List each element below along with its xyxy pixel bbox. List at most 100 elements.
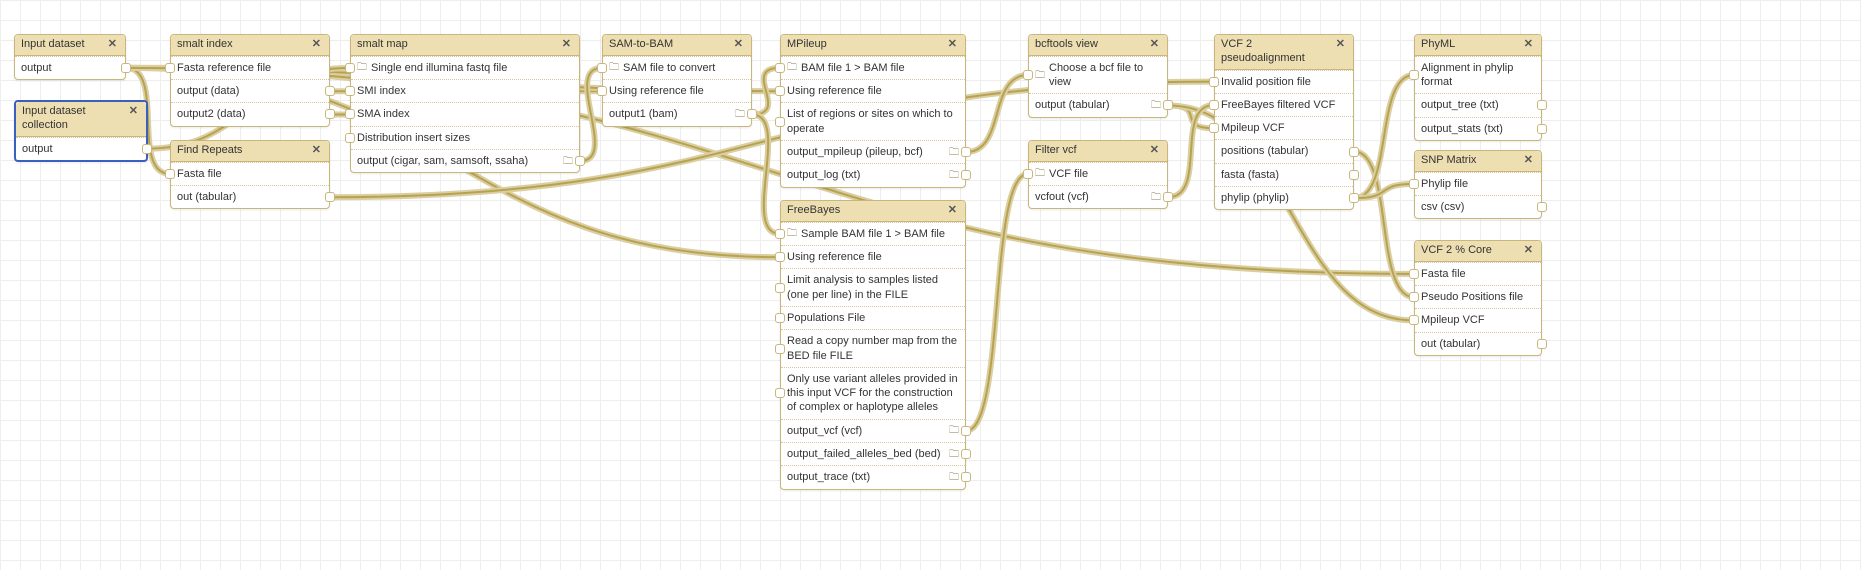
output-port[interactable] <box>961 147 971 157</box>
input-port[interactable] <box>345 63 355 73</box>
output-port[interactable] <box>961 170 971 180</box>
node-header[interactable]: Input dataset✕ <box>15 35 125 56</box>
input-port[interactable] <box>1209 100 1219 110</box>
node-phyml[interactable]: PhyML✕Alignment in phylip formatoutput_t… <box>1414 34 1542 141</box>
input-port[interactable] <box>775 283 785 293</box>
input-port[interactable] <box>775 117 785 127</box>
node-sam-to-bam[interactable]: SAM-to-BAM✕🗀SAM file to convertUsing ref… <box>602 34 752 127</box>
node-find-repeats[interactable]: Find Repeats✕Fasta fileout (tabular) <box>170 140 330 209</box>
node-vcf2pseudo[interactable]: VCF 2 pseudoalignment✕Invalid position f… <box>1214 34 1354 210</box>
output-port[interactable] <box>121 63 131 73</box>
node-header[interactable]: VCF 2 % Core✕ <box>1415 241 1541 262</box>
output-port[interactable] <box>1537 100 1547 110</box>
close-icon[interactable]: ✕ <box>1522 155 1535 166</box>
input-port[interactable] <box>597 63 607 73</box>
input-port[interactable] <box>775 229 785 239</box>
node-snp-matrix[interactable]: SNP Matrix✕Phylip filecsv (csv) <box>1414 150 1542 219</box>
close-icon[interactable]: ✕ <box>946 205 959 216</box>
input-port[interactable] <box>1409 292 1419 302</box>
output-port[interactable] <box>325 192 335 202</box>
node-mpileup[interactable]: MPileup✕🗀BAM file 1 > BAM fileUsing refe… <box>780 34 966 188</box>
node-title: FreeBayes <box>787 204 940 218</box>
node-filter-vcf[interactable]: Filter vcf✕🗀VCF filevcfout (vcf)🗀 <box>1028 140 1168 209</box>
workflow-canvas[interactable]: Input dataset✕output Input dataset collec… <box>0 0 1861 570</box>
output-port[interactable] <box>1537 339 1547 349</box>
output-port[interactable] <box>1537 124 1547 134</box>
input-port[interactable] <box>1023 169 1033 179</box>
node-header[interactable]: VCF 2 pseudoalignment ✕ <box>1215 35 1353 70</box>
input-port[interactable] <box>165 169 175 179</box>
input-port[interactable] <box>775 252 785 262</box>
output-port[interactable] <box>1349 147 1359 157</box>
output-port[interactable] <box>1163 192 1173 202</box>
node-header[interactable]: SNP Matrix✕ <box>1415 151 1541 172</box>
node-header[interactable]: PhyML✕ <box>1415 35 1541 56</box>
output-row: csv (csv) <box>1415 195 1541 218</box>
node-header[interactable]: Find Repeats✕ <box>171 141 329 162</box>
input-port[interactable] <box>1209 77 1219 87</box>
node-smalt-map[interactable]: smalt map✕🗀Single end illumina fastq fil… <box>350 34 580 173</box>
input-port[interactable] <box>775 313 785 323</box>
input-port[interactable] <box>1409 179 1419 189</box>
output-port[interactable] <box>1163 100 1173 110</box>
node-header[interactable]: Filter vcf✕ <box>1029 141 1167 162</box>
output-port[interactable] <box>142 144 152 154</box>
input-port[interactable] <box>1209 123 1219 133</box>
close-icon[interactable]: ✕ <box>1148 145 1161 156</box>
output-port[interactable] <box>961 449 971 459</box>
close-icon[interactable]: ✕ <box>106 39 119 50</box>
input-label: Only use variant alleles provided in thi… <box>787 372 959 415</box>
node-input-dataset[interactable]: Input dataset✕output <box>14 34 126 80</box>
node-bcftools-view[interactable]: bcftools view✕🗀Choose a bcf file to view… <box>1028 34 1168 118</box>
node-freebayes[interactable]: FreeBayes✕🗀Sample BAM file 1 > BAM fileU… <box>780 200 966 490</box>
input-port[interactable] <box>775 388 785 398</box>
node-header[interactable]: smalt map✕ <box>351 35 579 56</box>
close-icon[interactable]: ✕ <box>310 39 323 50</box>
close-icon[interactable]: ✕ <box>560 39 573 50</box>
input-port[interactable] <box>597 86 607 96</box>
output-port[interactable] <box>325 109 335 119</box>
close-icon[interactable]: ✕ <box>310 145 323 156</box>
node-title: VCF 2 pseudoalignment <box>1221 38 1328 66</box>
input-port[interactable] <box>1409 315 1419 325</box>
output-port[interactable] <box>747 109 757 119</box>
input-port[interactable] <box>1409 70 1419 80</box>
close-icon[interactable]: ✕ <box>127 106 140 117</box>
output-port[interactable] <box>961 472 971 482</box>
close-icon[interactable]: ✕ <box>732 39 745 50</box>
input-port[interactable] <box>345 109 355 119</box>
output-port[interactable] <box>1537 202 1547 212</box>
input-port[interactable] <box>1023 70 1033 80</box>
input-port[interactable] <box>775 86 785 96</box>
input-label: Using reference file <box>787 250 959 264</box>
output-port[interactable] <box>1349 193 1359 203</box>
output-row: output <box>15 56 125 79</box>
input-port[interactable] <box>775 344 785 354</box>
close-icon[interactable]: ✕ <box>1148 39 1161 50</box>
output-port[interactable] <box>961 426 971 436</box>
close-icon[interactable]: ✕ <box>1522 39 1535 50</box>
output-port[interactable] <box>325 86 335 96</box>
node-input-dataset-collection[interactable]: Input dataset collection✕output <box>14 100 148 162</box>
node-header[interactable]: Input dataset collection✕ <box>16 102 146 137</box>
node-smalt-index[interactable]: smalt index✕Fasta reference fileoutput (… <box>170 34 330 127</box>
output-port[interactable] <box>1349 170 1359 180</box>
input-label: Mpileup VCF <box>1421 313 1535 327</box>
input-port[interactable] <box>1409 269 1419 279</box>
node-header[interactable]: SAM-to-BAM✕ <box>603 35 751 56</box>
node-header[interactable]: bcftools view✕ <box>1029 35 1167 56</box>
input-port[interactable] <box>775 63 785 73</box>
input-port[interactable] <box>165 63 175 73</box>
input-label: Pseudo Positions file <box>1421 290 1535 304</box>
output-port[interactable] <box>575 156 585 166</box>
close-icon[interactable]: ✕ <box>1334 39 1347 50</box>
input-port[interactable] <box>345 133 355 143</box>
close-icon[interactable]: ✕ <box>1522 245 1535 256</box>
node-header[interactable]: FreeBayes ✕ <box>781 201 965 222</box>
close-icon[interactable]: ✕ <box>946 39 959 50</box>
input-port[interactable] <box>345 86 355 96</box>
node-title: smalt index <box>177 38 304 52</box>
node-vcf2core[interactable]: VCF 2 % Core✕Fasta filePseudo Positions … <box>1414 240 1542 356</box>
node-header[interactable]: smalt index ✕ <box>171 35 329 56</box>
node-header[interactable]: MPileup✕ <box>781 35 965 56</box>
